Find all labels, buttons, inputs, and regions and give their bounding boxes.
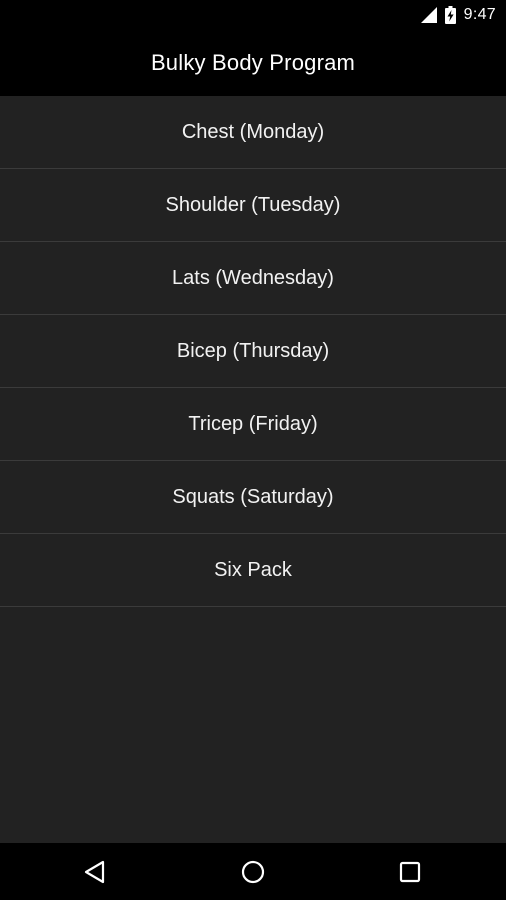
recents-icon: [399, 861, 421, 883]
back-button[interactable]: [55, 843, 135, 900]
list-item-bicep[interactable]: Bicep (Thursday): [0, 315, 506, 388]
action-bar: Bulky Body Program: [0, 30, 506, 96]
status-bar: 9:47: [0, 0, 506, 30]
page-title: Bulky Body Program: [150, 50, 356, 75]
status-icons: 9:47: [420, 0, 496, 30]
recents-button[interactable]: [370, 843, 450, 900]
status-time: 9:47: [463, 6, 496, 23]
program-list: Chest (Monday) Shoulder (Tuesday) Lats (…: [0, 96, 506, 607]
back-icon: [84, 860, 106, 884]
signal-icon: [420, 7, 437, 23]
navigation-bar: [0, 843, 506, 900]
list-item-lats[interactable]: Lats (Wednesday): [0, 242, 506, 315]
list-item-chest[interactable]: Chest (Monday): [0, 96, 506, 169]
home-icon: [241, 860, 265, 884]
screen: 9:47 Bulky Body Program Chest (Monday) S…: [0, 0, 506, 900]
list-item-tricep[interactable]: Tricep (Friday): [0, 388, 506, 461]
list-item-shoulder[interactable]: Shoulder (Tuesday): [0, 169, 506, 242]
list-item-squats[interactable]: Squats (Saturday): [0, 461, 506, 534]
home-button[interactable]: [213, 843, 293, 900]
list-item-six-pack[interactable]: Six Pack: [0, 534, 506, 607]
battery-charging-icon: [444, 6, 456, 24]
